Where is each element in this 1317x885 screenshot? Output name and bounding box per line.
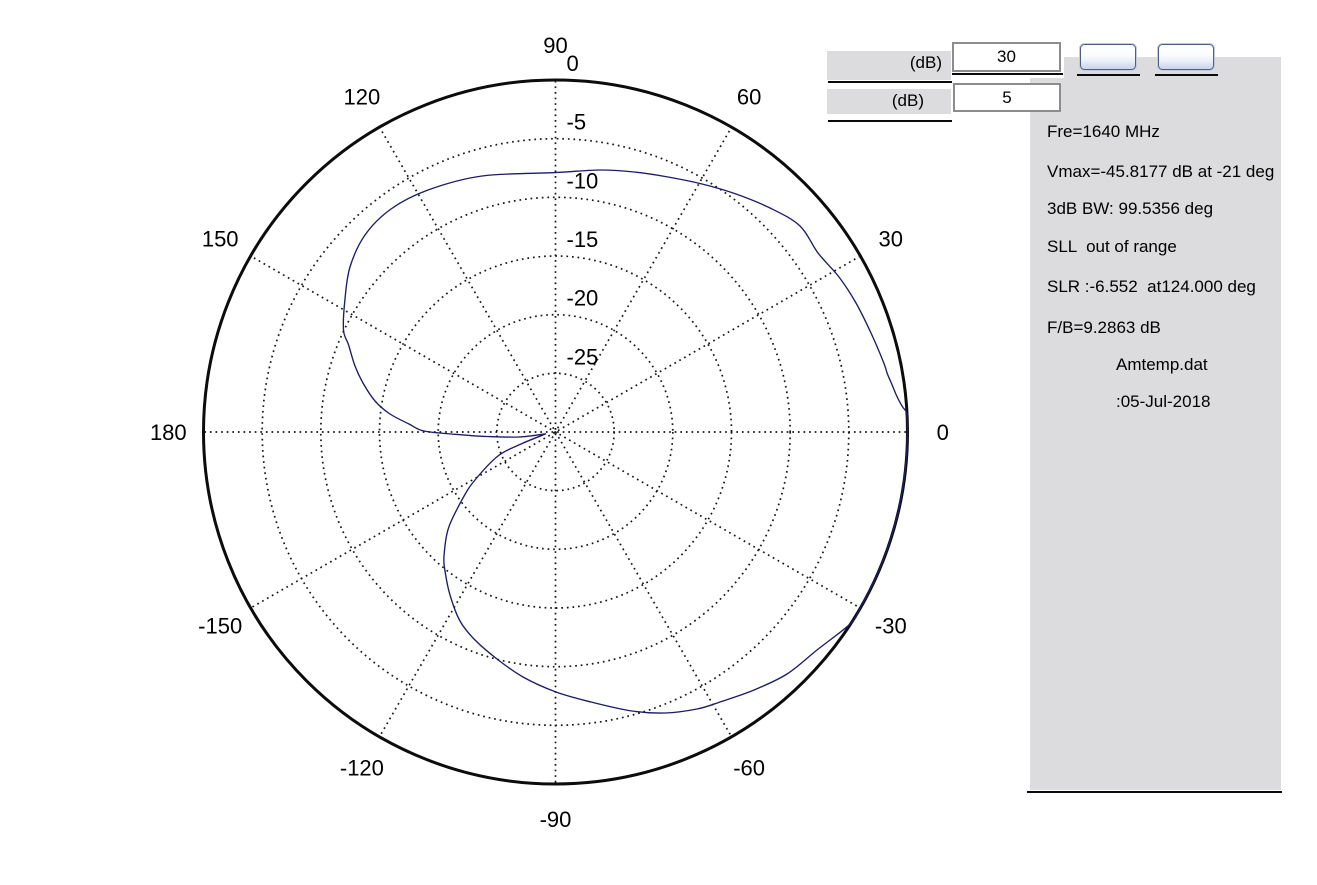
svg-text:0: 0 <box>567 51 579 76</box>
svg-text:30: 30 <box>879 226 903 251</box>
svg-text:-60: -60 <box>733 755 765 780</box>
svg-text:60: 60 <box>737 85 761 110</box>
svg-text:-15: -15 <box>567 227 599 252</box>
svg-text:-5: -5 <box>567 110 587 135</box>
svg-text:-25: -25 <box>567 344 599 369</box>
svg-text:-120: -120 <box>340 755 384 780</box>
svg-text:-90: -90 <box>540 807 572 832</box>
svg-text:-30: -30 <box>875 614 907 639</box>
svg-text:120: 120 <box>344 85 381 110</box>
svg-text:90: 90 <box>543 33 567 58</box>
svg-text:150: 150 <box>202 226 239 251</box>
svg-text:180: 180 <box>150 420 187 445</box>
svg-text:-20: -20 <box>567 286 599 311</box>
svg-text:0: 0 <box>937 420 949 445</box>
svg-text:-10: -10 <box>567 168 599 193</box>
svg-text:-150: -150 <box>198 614 242 639</box>
